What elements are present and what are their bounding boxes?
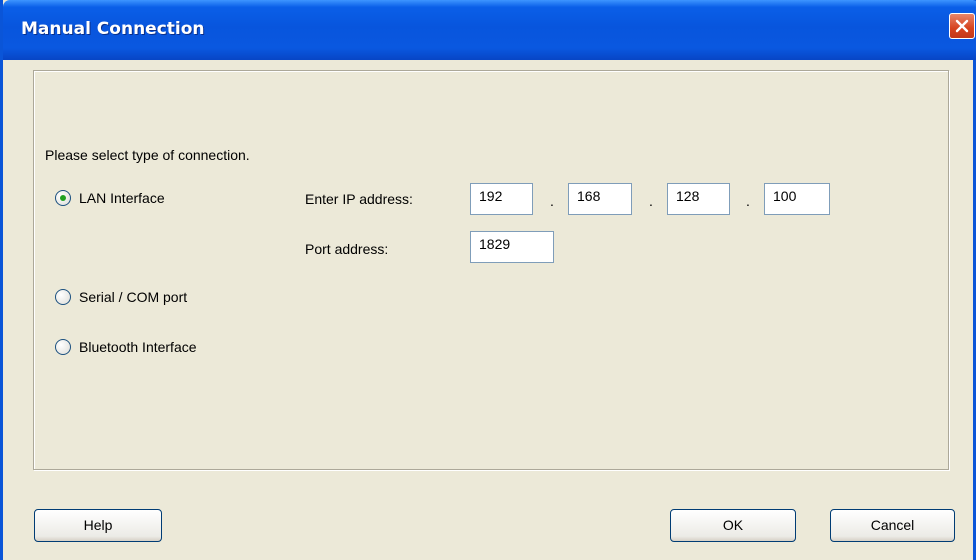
ip-separator: . <box>649 193 653 209</box>
ip-octet-4-field[interactable]: 100 <box>764 183 830 215</box>
radio-button-selected[interactable] <box>55 190 71 206</box>
help-button[interactable]: Help <box>34 509 162 542</box>
ip-octet-1-field[interactable]: 192 <box>470 183 533 215</box>
ip-separator: . <box>550 193 554 209</box>
connection-panel <box>33 70 949 470</box>
cancel-button[interactable]: Cancel <box>830 509 955 542</box>
title-bar[interactable]: Manual Connection <box>3 0 976 60</box>
close-button[interactable] <box>949 13 975 39</box>
prompt-label: Please select type of connection. <box>45 147 250 163</box>
ip-address-label: Enter IP address: <box>305 191 413 207</box>
port-address-label: Port address: <box>305 241 389 257</box>
radio-bluetooth-interface[interactable]: Bluetooth Interface <box>55 339 197 355</box>
port-address-field[interactable]: 1829 <box>470 231 554 263</box>
radio-button[interactable] <box>55 339 71 355</box>
radio-serial-com-port[interactable]: Serial / COM port <box>55 289 187 305</box>
close-icon <box>955 19 969 33</box>
ip-octet-3-field[interactable]: 128 <box>667 183 730 215</box>
window-title: Manual Connection <box>21 19 205 39</box>
dialog-window: Manual Connection Please select type of … <box>0 0 976 560</box>
radio-label: LAN Interface <box>79 190 165 206</box>
ip-separator: . <box>746 193 750 209</box>
radio-label: Serial / COM port <box>79 289 188 305</box>
ok-button[interactable]: OK <box>670 509 796 542</box>
radio-label: Bluetooth Interface <box>79 339 197 355</box>
radio-lan-interface[interactable]: LAN Interface <box>55 190 165 206</box>
radio-button[interactable] <box>55 289 71 305</box>
ip-octet-2-field[interactable]: 168 <box>568 183 632 215</box>
